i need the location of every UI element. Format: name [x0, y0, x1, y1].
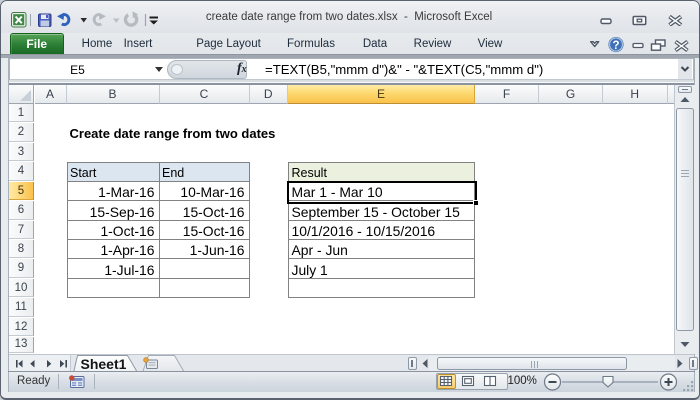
svg-text:?: ?: [612, 40, 619, 52]
